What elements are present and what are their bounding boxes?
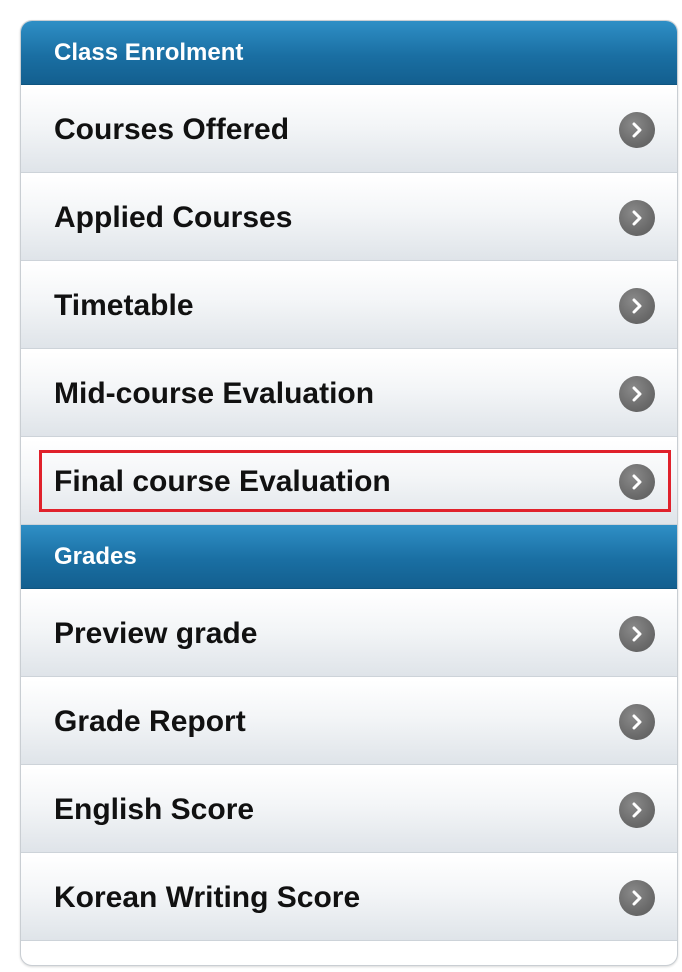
menu-item-final-course-evaluation[interactable]: Final course Evaluation: [21, 437, 677, 525]
chevron-right-circle-icon: [619, 792, 655, 828]
menu-item-label: Applied Courses: [54, 201, 293, 234]
menu-item-label: Courses Offered: [54, 113, 290, 146]
menu-item-grade-report[interactable]: Grade Report: [21, 677, 677, 765]
menu-item-label: Timetable: [54, 289, 194, 322]
menu-item-label: Final course Evaluation: [54, 465, 391, 498]
chevron-right-circle-icon: [619, 376, 655, 412]
chevron-right-circle-icon: [619, 704, 655, 740]
menu-item-label: Korean Writing Score: [54, 881, 361, 914]
chevron-right-circle-icon: [619, 616, 655, 652]
menu-item-mid-course-evaluation[interactable]: Mid-course Evaluation: [21, 349, 677, 437]
menu-item-english-score[interactable]: English Score: [21, 765, 677, 853]
section-header-grades: Grades: [21, 525, 677, 589]
chevron-right-circle-icon: [619, 880, 655, 916]
chevron-right-circle-icon: [619, 112, 655, 148]
menu-item-preview-grade[interactable]: Preview grade: [21, 589, 677, 677]
chevron-right-circle-icon: [619, 288, 655, 324]
section-title: Grades: [54, 542, 137, 570]
menu-item-label: Grade Report: [54, 705, 246, 738]
menu-item-label: Mid-course Evaluation: [54, 377, 375, 410]
chevron-right-circle-icon: [619, 464, 655, 500]
menu-item-courses-offered[interactable]: Courses Offered: [21, 85, 677, 173]
menu-item-applied-courses[interactable]: Applied Courses: [21, 173, 677, 261]
menu-item-korean-writing-score[interactable]: Korean Writing Score: [21, 853, 677, 941]
menu-item-timetable[interactable]: Timetable: [21, 261, 677, 349]
menu-item-label: English Score: [54, 793, 255, 826]
chevron-right-circle-icon: [619, 200, 655, 236]
section-header-class-enrolment: Class Enrolment: [21, 21, 677, 85]
menu-item-label: Preview grade: [54, 617, 258, 650]
navigation-panel: Class Enrolment Courses Offered Applied …: [20, 20, 678, 966]
section-title: Class Enrolment: [54, 38, 244, 66]
